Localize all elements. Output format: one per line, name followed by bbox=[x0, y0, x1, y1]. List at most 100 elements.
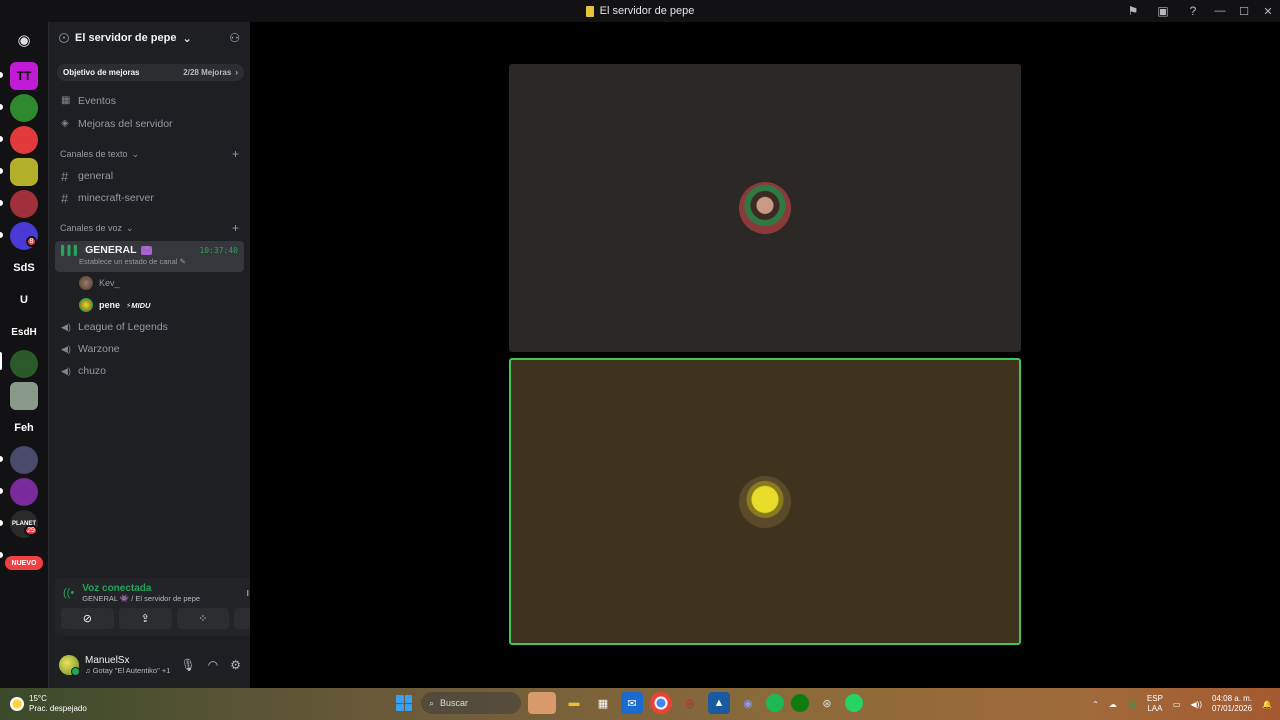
volume-icon[interactable]: ◀)) bbox=[1191, 700, 1202, 709]
weather-icon bbox=[10, 697, 24, 711]
boost-goal-bar[interactable]: Objetivo de mejoras 2/28 Mejoras › bbox=[57, 64, 244, 81]
hash-icon: # bbox=[61, 190, 69, 206]
add-channel-icon[interactable]: + bbox=[232, 221, 239, 235]
xbox-icon[interactable] bbox=[791, 694, 809, 712]
search-icon: ⌕ bbox=[429, 697, 435, 708]
avatar[interactable] bbox=[59, 655, 80, 676]
server-icon[interactable] bbox=[10, 382, 38, 410]
menu-item-label: Eventos bbox=[78, 94, 116, 107]
signal-icon[interactable]: ((• bbox=[63, 587, 74, 599]
steam-icon[interactable]: ⊛ bbox=[816, 692, 838, 714]
microphone-icon[interactable]: 🎙 bbox=[1127, 700, 1137, 709]
boost-goal-label: Objetivo de mejoras bbox=[63, 68, 140, 77]
help-icon[interactable]: ? bbox=[1178, 0, 1208, 22]
taskbar-search[interactable]: ⌕ Buscar bbox=[421, 692, 521, 714]
voice-channel[interactable]: ◀) League of Legends bbox=[49, 316, 250, 338]
participant-avatar bbox=[739, 182, 791, 234]
discord-icon[interactable]: ◉ bbox=[737, 692, 759, 714]
unread-pill bbox=[0, 104, 3, 110]
outlook-icon[interactable]: ✉ bbox=[621, 692, 643, 714]
server-sds[interactable]: SdS bbox=[10, 254, 38, 282]
member-name: pene bbox=[99, 300, 121, 310]
app-icon bbox=[585, 5, 594, 17]
unread-pill bbox=[0, 232, 3, 238]
unread-pill bbox=[0, 72, 3, 78]
server-icon[interactable] bbox=[10, 94, 38, 122]
server-header[interactable]: ● El servidor de pepe ⌄ ⚇ bbox=[49, 22, 250, 54]
network-icon[interactable]: ☁ bbox=[1109, 700, 1117, 709]
store-icon[interactable]: ▦ bbox=[592, 692, 614, 714]
member-name: Kev_ bbox=[99, 278, 120, 288]
inbox-icon[interactable]: ▣ bbox=[1148, 0, 1178, 22]
close-button[interactable]: ✕ bbox=[1256, 0, 1280, 22]
chevron-up-icon[interactable]: ⌃ bbox=[1092, 700, 1099, 709]
weather-widget[interactable]: 15°C Prac. despejado bbox=[0, 694, 130, 714]
display-icon[interactable]: ▭ bbox=[1173, 700, 1181, 709]
voice-member[interactable]: pene ⚡MIDU bbox=[49, 294, 250, 316]
server-icon[interactable] bbox=[10, 158, 38, 186]
voice-channel[interactable]: ◀) Warzone bbox=[49, 338, 250, 360]
voice-member[interactable]: Kev_ bbox=[49, 272, 250, 294]
user-activity: ♫ Gotay "El Autentiko" +1 bbox=[85, 666, 171, 675]
boost-icon: ◈ bbox=[61, 117, 69, 129]
keyboard-layout: LAA bbox=[1147, 704, 1163, 713]
gear-icon[interactable]: ⚙ bbox=[230, 658, 241, 672]
status-text: Establece un estado de canal bbox=[79, 257, 178, 266]
server-icon[interactable] bbox=[10, 446, 38, 474]
text-category[interactable]: Canales de texto ⌄ + bbox=[49, 143, 250, 165]
participant-tile[interactable] bbox=[509, 64, 1021, 352]
channel-status-prompt[interactable]: Establece un estado de canal ✎ bbox=[79, 257, 238, 266]
voice-channel-path[interactable]: GENERAL 👾 / El servidor de pepe bbox=[82, 594, 200, 603]
server-esdh[interactable]: EsdH bbox=[10, 318, 38, 346]
file-explorer-icon[interactable]: ▬ bbox=[563, 692, 585, 714]
selected-pill bbox=[0, 352, 2, 370]
server-icon[interactable] bbox=[10, 190, 38, 218]
flag-icon[interactable]: ⚑ bbox=[1118, 0, 1148, 22]
pencil-icon: ✎ bbox=[179, 257, 186, 266]
participant-tile-speaking[interactable] bbox=[509, 358, 1021, 645]
chevron-right-icon: › bbox=[235, 68, 238, 77]
camera-off-button[interactable]: ⊘ bbox=[61, 608, 114, 629]
speaker-icon: ◀) bbox=[61, 343, 71, 354]
server-feh[interactable]: Feh bbox=[10, 414, 38, 442]
language-indicator[interactable]: ESP LAA bbox=[1147, 694, 1163, 714]
whatsapp-icon[interactable] bbox=[845, 694, 863, 712]
notifications-icon[interactable]: 🔔 bbox=[1262, 700, 1272, 709]
channel-label: League of Legends bbox=[78, 321, 168, 333]
unread-pill bbox=[0, 552, 3, 558]
unread-pill bbox=[0, 136, 3, 142]
voice-channel-name: GENERAL bbox=[85, 244, 137, 256]
app-icon[interactable]: ▲ bbox=[708, 692, 730, 714]
server-name: El servidor de pepe bbox=[75, 32, 177, 44]
server-icon[interactable] bbox=[10, 478, 38, 506]
headphones-icon[interactable]: ◠ bbox=[208, 658, 218, 672]
channel-minecraft-server[interactable]: # minecraft-server bbox=[49, 187, 250, 209]
clock[interactable]: 04:08 a. m. 07/01/2026 bbox=[1212, 694, 1252, 714]
menu-item-boosts[interactable]: ◈ Mejoras del servidor bbox=[49, 112, 250, 135]
voice-category[interactable]: Canales de voz ⌄ + bbox=[49, 217, 250, 239]
spotify-icon[interactable] bbox=[766, 694, 784, 712]
maximize-button[interactable]: ☐ bbox=[1232, 0, 1256, 22]
microphone-icon[interactable]: 🎙 bbox=[181, 658, 196, 672]
voice-channel-general[interactable]: ▌▌▌ GENERAL 👾 10:37:40 Establece un esta… bbox=[55, 241, 244, 272]
activities-button[interactable]: ⁘ bbox=[176, 608, 230, 629]
menu-item-events[interactable]: ▦ Eventos bbox=[49, 89, 250, 112]
server-icon[interactable] bbox=[10, 126, 38, 154]
channel-label: Warzone bbox=[78, 343, 120, 355]
discord-home-icon[interactable]: ◉ bbox=[10, 26, 38, 54]
start-button[interactable] bbox=[394, 693, 414, 713]
mention-badge: 8 bbox=[26, 236, 37, 247]
server-u[interactable]: U bbox=[10, 286, 38, 314]
server-icon[interactable] bbox=[10, 350, 38, 378]
invite-icon[interactable]: ⚇ bbox=[229, 31, 240, 45]
voice-channel[interactable]: ◀) chuzo bbox=[49, 360, 250, 382]
screen-share-button[interactable]: ⇪ bbox=[118, 608, 172, 629]
mention-badge: 29 bbox=[24, 525, 38, 536]
channel-general[interactable]: # general bbox=[49, 165, 250, 187]
copilot-icon[interactable] bbox=[528, 692, 556, 714]
chrome-icon[interactable] bbox=[650, 692, 672, 714]
server-tt[interactable]: TT bbox=[10, 62, 38, 90]
app-icon[interactable]: ◎ bbox=[679, 692, 701, 714]
minimize-button[interactable]: — bbox=[1208, 0, 1232, 22]
add-channel-icon[interactable]: + bbox=[232, 147, 239, 161]
